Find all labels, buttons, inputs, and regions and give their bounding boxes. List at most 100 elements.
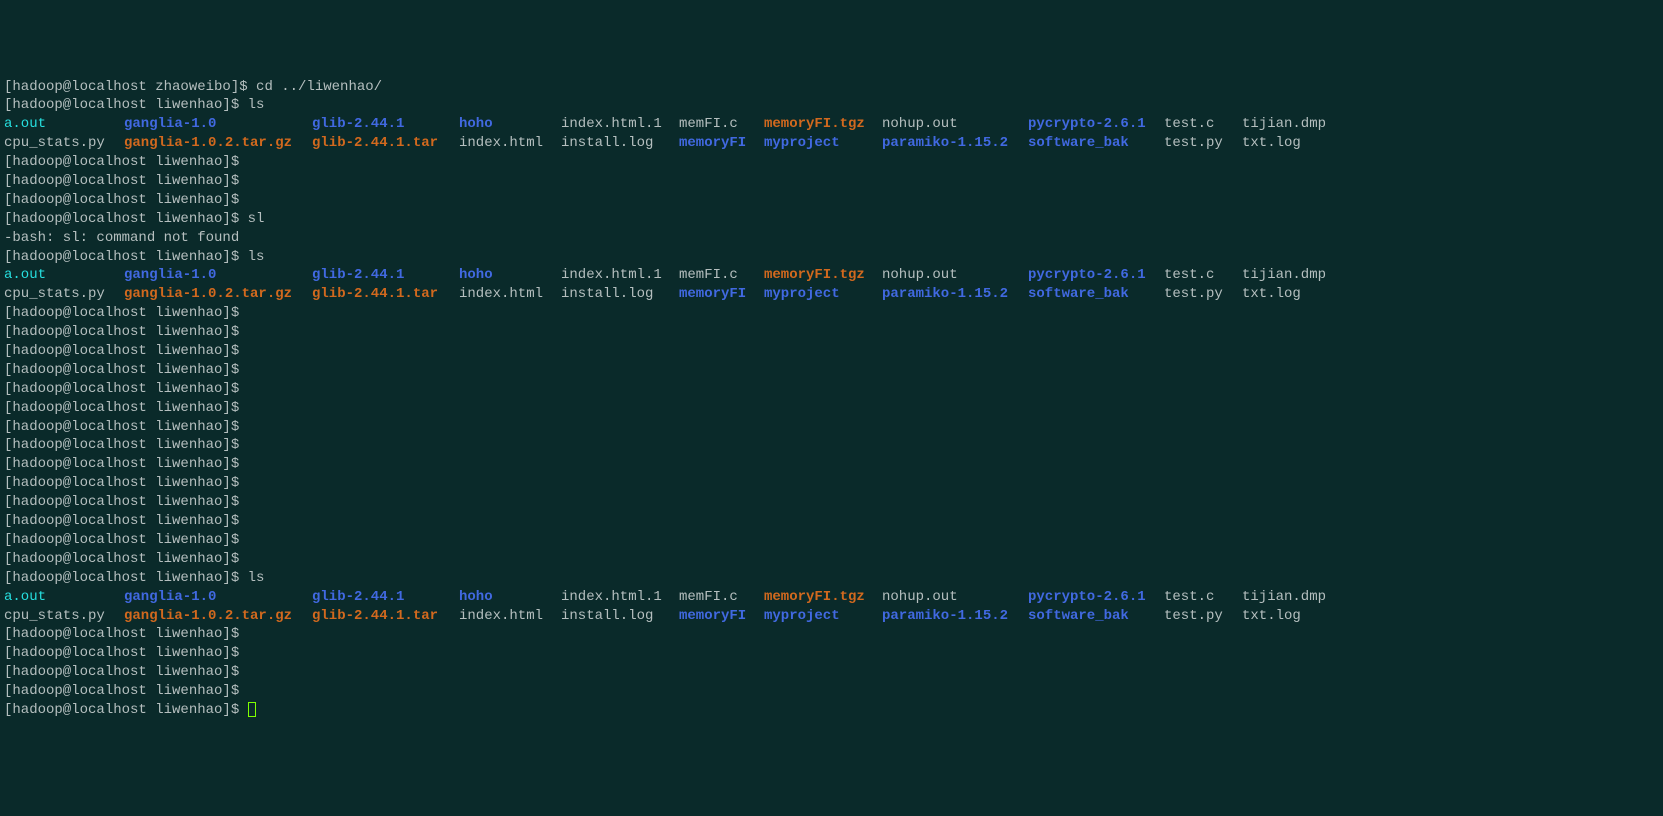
file-entry: install.log <box>561 285 679 304</box>
ls-output-row: a.outganglia-1.0glib-2.44.1hohoindex.htm… <box>4 115 1659 134</box>
prompt-line: [hadoop@localhost liwenhao]$ <box>4 418 1659 437</box>
file-entry: ganglia-1.0 <box>124 115 312 134</box>
file-entry: nohup.out <box>882 588 1028 607</box>
file-entry: memFI.c <box>679 115 764 134</box>
file-entry: myproject <box>764 607 882 626</box>
file-entry: paramiko-1.15.2 <box>882 134 1028 153</box>
cursor <box>248 702 256 717</box>
file-entry: pycrypto-2.6.1 <box>1028 115 1164 134</box>
ls-output-row: a.outganglia-1.0glib-2.44.1hohoindex.htm… <box>4 588 1659 607</box>
file-entry: a.out <box>4 588 124 607</box>
prompt-line: [hadoop@localhost liwenhao]$ ls <box>4 96 1659 115</box>
file-entry: hoho <box>459 266 561 285</box>
prompt-line: [hadoop@localhost liwenhao]$ <box>4 550 1659 569</box>
file-entry: glib-2.44.1 <box>312 115 459 134</box>
prompt-line: [hadoop@localhost liwenhao]$ <box>4 474 1659 493</box>
file-entry: test.py <box>1164 607 1242 626</box>
file-entry: software_bak <box>1028 607 1164 626</box>
file-entry: cpu_stats.py <box>4 607 124 626</box>
prompt-line: [hadoop@localhost liwenhao]$ <box>4 342 1659 361</box>
file-entry: test.c <box>1164 266 1242 285</box>
error-line: -bash: sl: command not found <box>4 229 1659 248</box>
file-entry: hoho <box>459 115 561 134</box>
file-entry: paramiko-1.15.2 <box>882 285 1028 304</box>
file-entry: pycrypto-2.6.1 <box>1028 588 1164 607</box>
file-entry: memoryFI <box>679 134 764 153</box>
file-entry: nohup.out <box>882 266 1028 285</box>
file-entry: cpu_stats.py <box>4 285 124 304</box>
file-entry: index.html <box>459 285 561 304</box>
prompt-line: [hadoop@localhost liwenhao]$ <box>4 493 1659 512</box>
ls-output-row: cpu_stats.pyganglia-1.0.2.tar.gzglib-2.4… <box>4 607 1659 626</box>
terminal-output[interactable]: [hadoop@localhost zhaoweibo]$ cd ../liwe… <box>4 78 1659 720</box>
prompt-line: [hadoop@localhost liwenhao]$ sl <box>4 210 1659 229</box>
file-entry: a.out <box>4 115 124 134</box>
ls-output-row: a.outganglia-1.0glib-2.44.1hohoindex.htm… <box>4 266 1659 285</box>
file-entry: cpu_stats.py <box>4 134 124 153</box>
file-entry: glib-2.44.1 <box>312 588 459 607</box>
file-entry: memFI.c <box>679 588 764 607</box>
file-entry: index.html.1 <box>561 115 679 134</box>
file-entry: a.out <box>4 266 124 285</box>
file-entry: txt.log <box>1242 607 1301 626</box>
file-entry: ganglia-1.0.2.tar.gz <box>124 607 312 626</box>
file-entry: pycrypto-2.6.1 <box>1028 266 1164 285</box>
file-entry: glib-2.44.1 <box>312 266 459 285</box>
file-entry: index.html <box>459 134 561 153</box>
prompt-line: [hadoop@localhost zhaoweibo]$ cd ../liwe… <box>4 78 1659 97</box>
file-entry: tijian.dmp <box>1242 266 1326 285</box>
file-entry: test.py <box>1164 285 1242 304</box>
file-entry: index.html.1 <box>561 266 679 285</box>
prompt-line: [hadoop@localhost liwenhao]$ <box>4 644 1659 663</box>
file-entry: hoho <box>459 588 561 607</box>
prompt-line: [hadoop@localhost liwenhao]$ <box>4 436 1659 455</box>
file-entry: myproject <box>764 134 882 153</box>
prompt-line: [hadoop@localhost liwenhao]$ <box>4 455 1659 474</box>
prompt-line: [hadoop@localhost liwenhao]$ <box>4 323 1659 342</box>
prompt-line: [hadoop@localhost liwenhao]$ <box>4 682 1659 701</box>
ls-output-row: cpu_stats.pyganglia-1.0.2.tar.gzglib-2.4… <box>4 134 1659 153</box>
prompt-line: [hadoop@localhost liwenhao]$ <box>4 380 1659 399</box>
prompt-line: [hadoop@localhost liwenhao]$ <box>4 361 1659 380</box>
file-entry: test.c <box>1164 588 1242 607</box>
file-entry: tijian.dmp <box>1242 588 1326 607</box>
file-entry: paramiko-1.15.2 <box>882 607 1028 626</box>
prompt-line: [hadoop@localhost liwenhao]$ <box>4 191 1659 210</box>
file-entry: glib-2.44.1.tar <box>312 607 459 626</box>
prompt-line: [hadoop@localhost liwenhao]$ ls <box>4 569 1659 588</box>
prompt-line: [hadoop@localhost liwenhao]$ <box>4 304 1659 323</box>
file-entry: ganglia-1.0.2.tar.gz <box>124 134 312 153</box>
file-entry: tijian.dmp <box>1242 115 1326 134</box>
file-entry: index.html <box>459 607 561 626</box>
file-entry: memoryFI.tgz <box>764 115 882 134</box>
prompt-line: [hadoop@localhost liwenhao]$ <box>4 153 1659 172</box>
file-entry: memoryFI <box>679 285 764 304</box>
file-entry: glib-2.44.1.tar <box>312 285 459 304</box>
file-entry: software_bak <box>1028 285 1164 304</box>
file-entry: index.html.1 <box>561 588 679 607</box>
prompt-line: [hadoop@localhost liwenhao]$ <box>4 399 1659 418</box>
file-entry: install.log <box>561 134 679 153</box>
file-entry: test.c <box>1164 115 1242 134</box>
file-entry: myproject <box>764 285 882 304</box>
file-entry: ganglia-1.0 <box>124 588 312 607</box>
file-entry: software_bak <box>1028 134 1164 153</box>
prompt-line: [hadoop@localhost liwenhao]$ <box>4 625 1659 644</box>
ls-output-row: cpu_stats.pyganglia-1.0.2.tar.gzglib-2.4… <box>4 285 1659 304</box>
file-entry: memFI.c <box>679 266 764 285</box>
file-entry: txt.log <box>1242 285 1301 304</box>
file-entry: glib-2.44.1.tar <box>312 134 459 153</box>
prompt-line: [hadoop@localhost liwenhao]$ <box>4 172 1659 191</box>
file-entry: ganglia-1.0.2.tar.gz <box>124 285 312 304</box>
prompt-line: [hadoop@localhost liwenhao]$ ls <box>4 248 1659 267</box>
file-entry: test.py <box>1164 134 1242 153</box>
file-entry: memoryFI.tgz <box>764 266 882 285</box>
prompt-line: [hadoop@localhost liwenhao]$ <box>4 531 1659 550</box>
file-entry: memoryFI.tgz <box>764 588 882 607</box>
file-entry: ganglia-1.0 <box>124 266 312 285</box>
file-entry: install.log <box>561 607 679 626</box>
prompt-line: [hadoop@localhost liwenhao]$ <box>4 663 1659 682</box>
file-entry: memoryFI <box>679 607 764 626</box>
file-entry: txt.log <box>1242 134 1301 153</box>
prompt-line-active[interactable]: [hadoop@localhost liwenhao]$ <box>4 701 1659 720</box>
